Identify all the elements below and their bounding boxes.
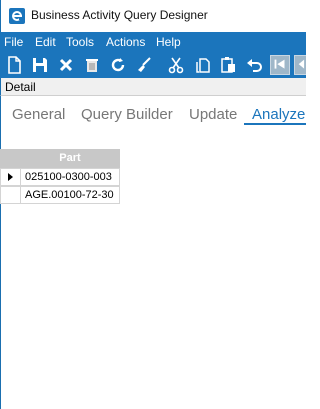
toolbar bbox=[0, 52, 306, 78]
row-selector[interactable] bbox=[0, 168, 20, 186]
table-row[interactable]: 025100-0300-003 bbox=[0, 168, 120, 186]
window-title: Business Activity Query Designer bbox=[31, 8, 208, 22]
undo-icon[interactable] bbox=[244, 55, 264, 75]
menu-bar: File Edit Tools Actions Help bbox=[0, 32, 306, 52]
current-row-arrow-icon bbox=[8, 173, 13, 181]
active-tab-indicator bbox=[244, 123, 306, 125]
tab-general[interactable]: General bbox=[12, 106, 65, 123]
tab-query-builder[interactable]: Query Builder bbox=[81, 106, 173, 123]
menu-actions[interactable]: Actions bbox=[106, 35, 145, 49]
new-document-icon[interactable] bbox=[4, 55, 24, 75]
recycle-bin-icon[interactable] bbox=[82, 55, 102, 75]
app-logo-icon bbox=[9, 8, 25, 24]
previous-record-icon[interactable] bbox=[294, 55, 306, 75]
paste-icon[interactable] bbox=[218, 55, 238, 75]
menu-help[interactable]: Help bbox=[156, 35, 181, 49]
title-bar: Business Activity Query Designer bbox=[0, 0, 306, 32]
cell-part[interactable]: AGE.00100-72-30 bbox=[20, 186, 120, 204]
detail-label: Detail bbox=[5, 80, 36, 94]
save-icon[interactable] bbox=[30, 55, 50, 75]
menu-file[interactable]: File bbox=[4, 35, 23, 49]
menu-tools[interactable]: Tools bbox=[66, 35, 94, 49]
cut-icon[interactable] bbox=[166, 55, 186, 75]
grid-header: Part bbox=[0, 149, 120, 168]
menu-edit[interactable]: Edit bbox=[35, 35, 56, 49]
copy-icon[interactable] bbox=[192, 55, 212, 75]
table-row[interactable]: AGE.00100-72-30 bbox=[0, 186, 120, 204]
grid-corner bbox=[0, 149, 20, 168]
cell-part[interactable]: 025100-0300-003 bbox=[20, 168, 120, 186]
tab-update[interactable]: Update bbox=[189, 106, 237, 123]
delete-icon[interactable] bbox=[56, 55, 76, 75]
clear-broom-icon[interactable] bbox=[134, 55, 154, 75]
refresh-icon[interactable] bbox=[108, 55, 128, 75]
first-record-icon[interactable] bbox=[270, 55, 290, 75]
detail-section-header: Detail bbox=[0, 78, 306, 96]
row-selector[interactable] bbox=[0, 186, 20, 204]
column-header-part[interactable]: Part bbox=[20, 152, 120, 164]
tab-analyze[interactable]: Analyze bbox=[252, 106, 305, 123]
